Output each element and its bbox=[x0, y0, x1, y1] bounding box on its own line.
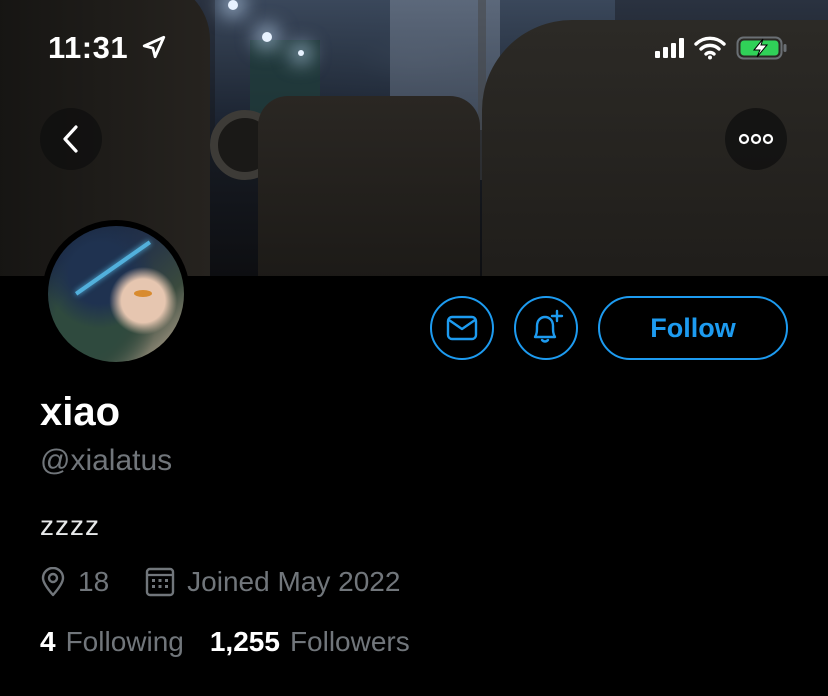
status-time: 11:31 bbox=[48, 30, 167, 66]
following-count[interactable]: 4 bbox=[40, 626, 56, 658]
join-date-text: Joined May 2022 bbox=[187, 566, 401, 597]
profile-meta: 18 Joined May 2022 bbox=[40, 564, 436, 600]
photo-streetlight bbox=[262, 32, 272, 42]
more-button[interactable] bbox=[725, 108, 787, 170]
notify-button[interactable] bbox=[514, 296, 578, 360]
join-date: Joined May 2022 bbox=[145, 566, 400, 598]
more-icon bbox=[738, 133, 774, 145]
status-indicators bbox=[655, 34, 788, 62]
location-text: 18 bbox=[78, 566, 110, 597]
avatar-image bbox=[48, 226, 184, 362]
wifi-icon bbox=[694, 36, 726, 60]
calendar-icon bbox=[145, 567, 175, 597]
follow-button-label: Follow bbox=[650, 312, 736, 343]
bell-plus-icon bbox=[533, 309, 564, 343]
back-icon bbox=[63, 125, 78, 153]
status-time-text: 11:31 bbox=[48, 30, 129, 65]
location: 18 bbox=[40, 566, 109, 598]
location-icon bbox=[41, 567, 65, 597]
following-label[interactable]: Following bbox=[66, 626, 184, 658]
back-button[interactable] bbox=[40, 108, 102, 170]
avatar-detail bbox=[134, 290, 152, 297]
avatar[interactable] bbox=[42, 220, 190, 368]
message-button[interactable] bbox=[430, 296, 494, 360]
followers-label[interactable]: Followers bbox=[290, 626, 410, 658]
follow-button[interactable]: Follow bbox=[598, 296, 788, 360]
user-handle: @xialatus bbox=[40, 444, 173, 477]
photo-streetlight bbox=[228, 0, 238, 10]
followers-count[interactable]: 1,255 bbox=[210, 626, 280, 658]
photo-seat bbox=[258, 96, 480, 276]
location-arrow-icon bbox=[143, 35, 166, 59]
avatar-detail bbox=[74, 240, 152, 296]
follow-stats: 4 Following 1,255 Followers bbox=[40, 626, 436, 658]
photo-streetlight bbox=[298, 50, 304, 56]
bio: zzzz bbox=[40, 510, 100, 541]
battery-charging-icon bbox=[736, 36, 787, 60]
mail-icon bbox=[446, 315, 478, 341]
display-name: xiao bbox=[40, 390, 121, 434]
signal-icon bbox=[655, 38, 684, 58]
